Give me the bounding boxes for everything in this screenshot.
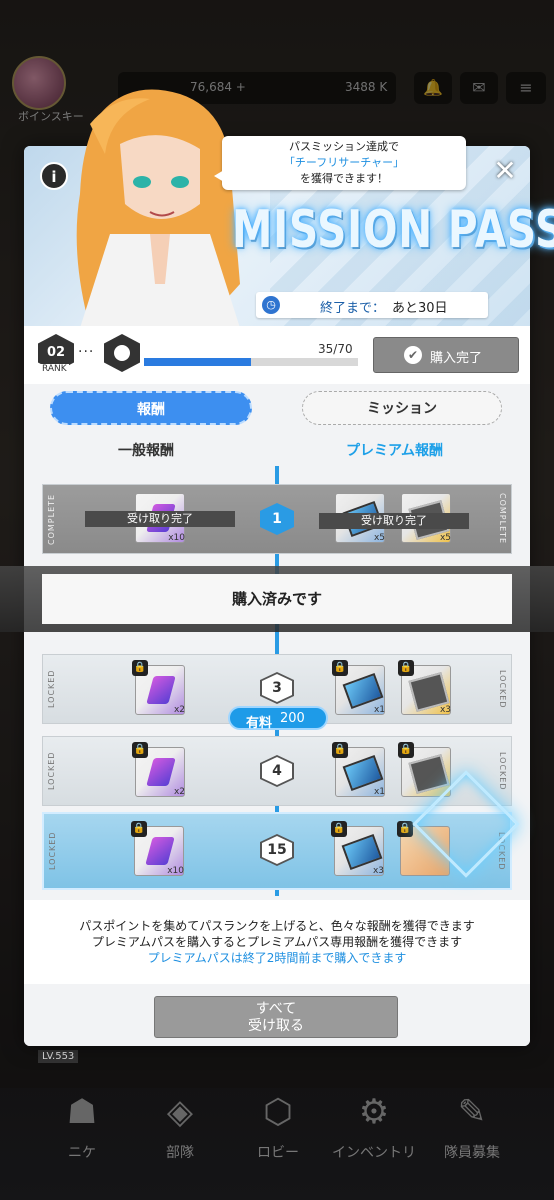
claimed-label: 受け取り完了 xyxy=(319,513,469,529)
lock-icon: 🔒 xyxy=(331,821,347,837)
tab-rewards[interactable]: 報酬 xyxy=(50,391,252,425)
nav-squad: ◈ 部隊 xyxy=(130,1090,230,1162)
lock-icon: 🔒 xyxy=(131,821,147,837)
rank-dots: ··· xyxy=(78,344,95,360)
normal-rewards-header: 一般報酬 xyxy=(118,443,174,459)
close-button[interactable]: ✕ xyxy=(490,156,520,186)
reward-item[interactable]: 🔒 x1 xyxy=(332,742,385,797)
paid-badge: 有料 200 xyxy=(228,706,328,731)
reward-item[interactable]: 🔒 xyxy=(398,742,451,797)
progress-fill xyxy=(144,358,251,366)
purchased-message: 購入済みです xyxy=(42,574,512,624)
lock-icon: 🔒 xyxy=(397,821,413,837)
claim-all-button[interactable]: すべて 受け取る xyxy=(154,996,398,1038)
reward-item[interactable]: 🔒 x10 xyxy=(131,821,184,876)
speech-bubble: パスミッション達成で 「チーフリサーチャー」 を獲得できます！ xyxy=(214,136,466,190)
lock-icon: 🔒 xyxy=(398,660,414,676)
reward-item[interactable]: 🔒 x2 xyxy=(132,742,185,797)
notes-box: パスポイントを集めてパスランクを上げると、色々な報酬を獲得できます プレミアムパ… xyxy=(24,900,530,984)
purchase-complete-button[interactable]: ✔ 購入完了 xyxy=(373,337,519,373)
squad-icon: ◈ xyxy=(166,1092,194,1132)
check-icon: ✔ xyxy=(404,346,422,364)
reward-item[interactable]: 🔒 x3 xyxy=(331,821,384,876)
lock-icon: 🔒 xyxy=(398,742,414,758)
level-label: LV.553 xyxy=(38,1050,79,1063)
nav-recruit: ✎ 隊員募集 xyxy=(444,1092,500,1161)
mission-pass-title: MISSION PASS xyxy=(232,200,554,260)
nav-inventory: ⚙ インベントリ xyxy=(332,1092,416,1161)
nav-lobby: ⬡ ロビー xyxy=(257,1092,299,1161)
lobby-icon: ⬡ xyxy=(263,1092,293,1132)
rank-label: RANK xyxy=(40,364,69,374)
nav-nikke: ☗ ニケ xyxy=(32,1090,132,1162)
tab-missions[interactable]: ミッション xyxy=(302,391,502,425)
timer-box: ◷ 終了まで： あと30日 xyxy=(256,292,488,318)
reward-item[interactable]: 🔒 x1 xyxy=(332,660,385,715)
recruit-icon: ✎ xyxy=(457,1092,487,1132)
reward-item[interactable]: 🔒 x3 xyxy=(398,660,451,715)
lock-icon: 🔒 xyxy=(332,660,348,676)
lock-icon: 🔒 xyxy=(132,742,148,758)
team-icon: ☗ xyxy=(66,1092,98,1132)
inventory-icon: ⚙ xyxy=(358,1092,390,1132)
lock-icon: 🔒 xyxy=(332,742,348,758)
claimed-label: 受け取り完了 xyxy=(85,511,235,527)
info-icon[interactable]: i xyxy=(40,162,68,190)
premium-rewards-header: プレミアム報酬 xyxy=(346,443,444,459)
character-illustration xyxy=(76,89,241,328)
progress-text: 35/70 xyxy=(318,342,353,356)
reward-item[interactable]: 🔒 x2 xyxy=(132,660,185,715)
clock-icon: ◷ xyxy=(262,296,280,314)
lock-icon: 🔒 xyxy=(132,660,148,676)
